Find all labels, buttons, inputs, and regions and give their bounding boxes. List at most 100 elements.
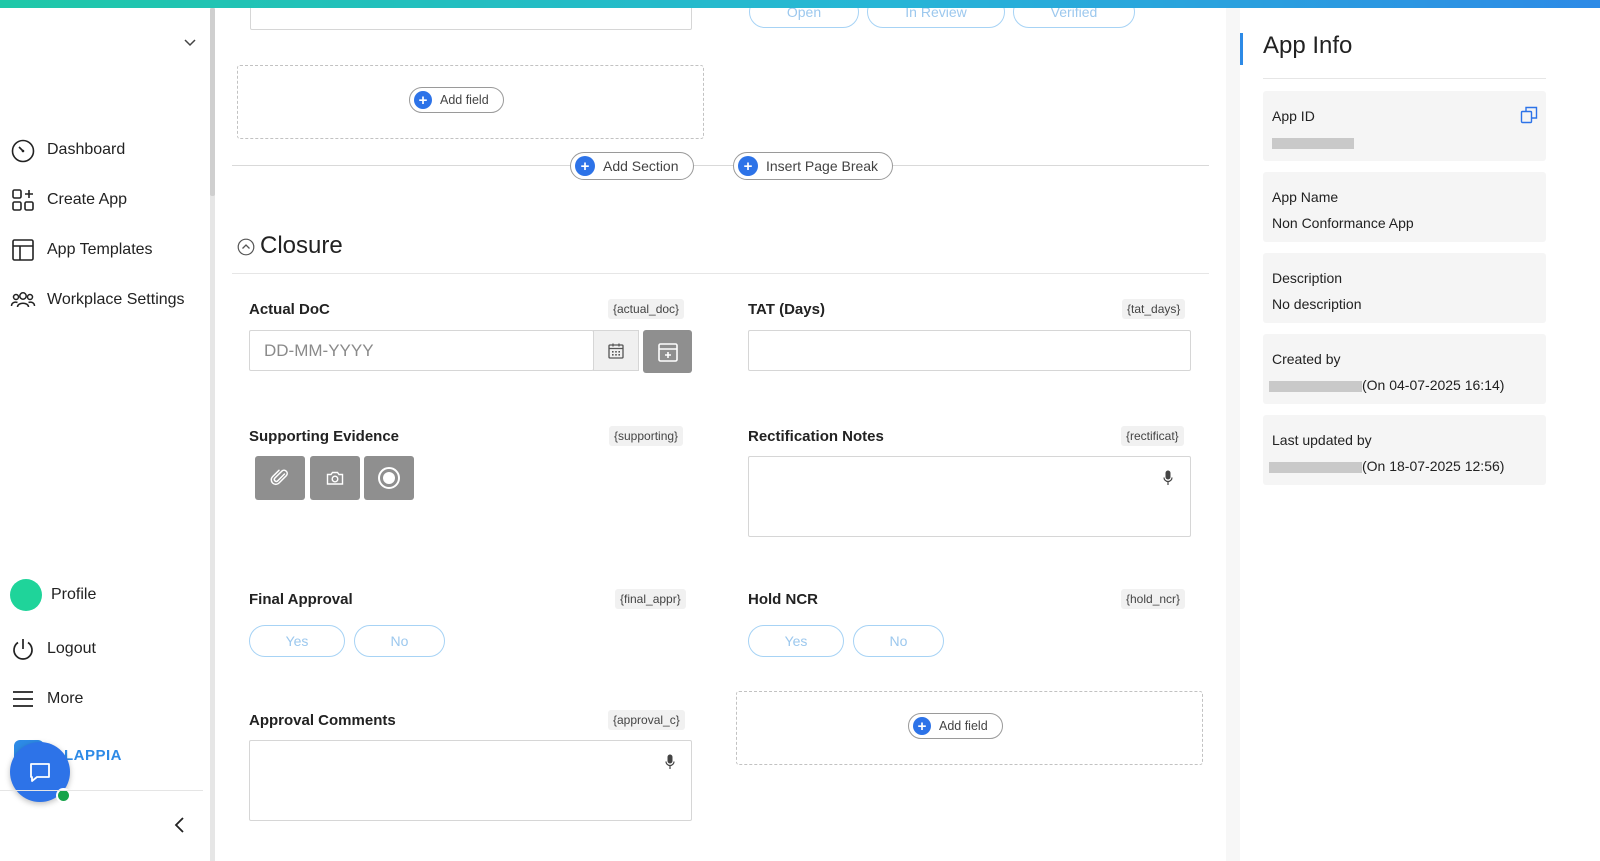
attach-file-button[interactable] (255, 456, 305, 500)
field-tag-actual-doc: {actual_doc} (608, 299, 685, 319)
panel-divider (1263, 78, 1546, 79)
sidebar-item-app-templates[interactable]: App Templates (10, 236, 153, 264)
hold-ncr-no[interactable]: No (853, 625, 944, 657)
record-button[interactable] (364, 456, 414, 500)
button-label: Add field (440, 93, 489, 107)
sidebar-item-label: Workplace Settings (47, 291, 185, 308)
insert-page-break-button[interactable]: + Insert Page Break (733, 152, 894, 180)
plus-icon: + (575, 156, 595, 176)
choice-label: Yes (285, 633, 309, 649)
date-placeholder: DD-MM-YYYY (264, 340, 374, 360)
sidebar-item-label: Create App (47, 191, 128, 208)
section-divider (232, 165, 1209, 166)
scrollbar-thumb[interactable] (210, 8, 215, 196)
power-icon (13, 639, 33, 660)
create-app-grid-icon (12, 189, 34, 211)
field-label-final-approval: Final Approval (249, 591, 353, 608)
menu-icon (13, 691, 33, 707)
add-field-button[interactable]: + Add field (908, 713, 1003, 739)
rectification-notes-textarea[interactable] (748, 456, 1191, 537)
date-input[interactable]: DD-MM-YYYY (249, 330, 594, 371)
top-gradient-bar (0, 0, 1600, 8)
brand-name: LAPPIA (64, 746, 123, 764)
sidebar-item-profile[interactable]: Profile (10, 579, 97, 611)
panel-title-accent (1240, 33, 1243, 65)
choice-label: Yes (784, 633, 808, 649)
sidebar-item-label: Profile (51, 586, 97, 603)
field-input[interactable] (250, 8, 692, 30)
calendar-picker-button[interactable] (593, 330, 639, 371)
camera-button[interactable] (310, 456, 360, 500)
camera-icon (326, 471, 344, 485)
last-updated-value: (On 18-07-2025 12:56) (1269, 458, 1504, 474)
button-label: Add field (939, 719, 988, 733)
last-updated-label: Last updated by (1272, 432, 1372, 448)
sidebar-item-label: App Templates (47, 241, 153, 258)
hold-ncr-yes[interactable]: Yes (748, 625, 844, 657)
created-by-value: (On 04-07-2025 16:14) (1269, 377, 1504, 393)
approval-comments-textarea[interactable] (249, 740, 692, 821)
sidebar-item-workplace-settings[interactable]: Workplace Settings (10, 286, 185, 314)
description-label: Description (1272, 270, 1343, 286)
description-card: Description No description (1263, 253, 1546, 323)
calendar-add-button[interactable] (643, 330, 692, 373)
app-name-card: App Name Non Conformance App (1263, 172, 1546, 242)
add-section-button[interactable]: + Add Section (570, 152, 694, 180)
final-approval-no[interactable]: No (354, 625, 445, 657)
sidebar-item-dashboard[interactable]: Dashboard (10, 136, 125, 164)
microphone-icon[interactable] (1163, 470, 1173, 486)
calendar-icon (608, 343, 624, 359)
add-field-button[interactable]: + Add field (409, 87, 504, 113)
plus-icon: + (738, 156, 758, 176)
button-label: Insert Page Break (766, 158, 879, 174)
app-id-card: App ID (1263, 91, 1546, 161)
choice-label: No (889, 633, 908, 649)
field-tag-final-approval: {final_appr} (615, 589, 686, 609)
section-header-divider (232, 273, 1209, 274)
choice-verified[interactable]: Verified (1013, 8, 1135, 28)
field-label-rectification-notes: Rectification Notes (748, 428, 884, 445)
sidebar-item-label: Dashboard (47, 141, 126, 158)
choice-open[interactable]: Open (749, 8, 859, 28)
sidebar-item-create-app[interactable]: Create App (10, 186, 127, 214)
form-builder-canvas: Open In Review Verified + Add field + Ad… (220, 8, 1225, 861)
chevron-down-icon[interactable] (182, 34, 198, 50)
redacted-name (1269, 461, 1362, 473)
field-tag-approval-comments: {approval_c} (608, 710, 685, 730)
redacted-value (1272, 137, 1354, 149)
choice-label: No (390, 633, 409, 649)
field-label-hold-ncr: Hold NCR (748, 591, 818, 608)
sidebar-item-logout[interactable]: Logout (10, 635, 96, 663)
field-tag-supporting: {supporting} (609, 426, 684, 446)
created-by-label: Created by (1272, 351, 1341, 367)
sidebar-item-label: Logout (47, 640, 96, 657)
choice-label: Verified (1050, 8, 1098, 20)
dashboard-gauge-icon (11, 139, 35, 163)
field-tag-rectification: {rectificat} (1121, 426, 1184, 446)
field-tag-hold-ncr: {hold_ncr} (1121, 589, 1186, 609)
updated-on-date: (On 18-07-2025 12:56) (1362, 458, 1505, 474)
tat-days-input[interactable] (748, 330, 1191, 371)
templates-layout-icon (12, 239, 34, 261)
sidebar-divider (0, 790, 203, 791)
panel-title: App Info (1263, 32, 1353, 59)
choice-label: In Review (905, 8, 967, 20)
record-icon (378, 467, 400, 489)
redacted-name (1269, 380, 1362, 392)
button-label: Add Section (603, 158, 679, 174)
chevron-left-icon[interactable] (172, 816, 188, 834)
final-approval-yes[interactable]: Yes (249, 625, 345, 657)
calendar-plus-icon (657, 342, 678, 362)
choice-in-review[interactable]: In Review (867, 8, 1005, 28)
section-title: Closure (260, 232, 343, 259)
sidebar-scrollbar[interactable] (210, 8, 215, 861)
app-id-value (1272, 134, 1354, 150)
chevron-up-circle-icon[interactable] (237, 238, 255, 256)
field-label-supporting-evidence: Supporting Evidence (249, 428, 400, 445)
field-label-tat-days: TAT (Days) (748, 301, 825, 318)
avatar (10, 579, 42, 611)
microphone-icon[interactable] (665, 754, 675, 770)
copy-icon[interactable] (1520, 106, 1538, 124)
sidebar-item-more[interactable]: More (10, 685, 83, 713)
plus-icon: + (414, 91, 432, 109)
